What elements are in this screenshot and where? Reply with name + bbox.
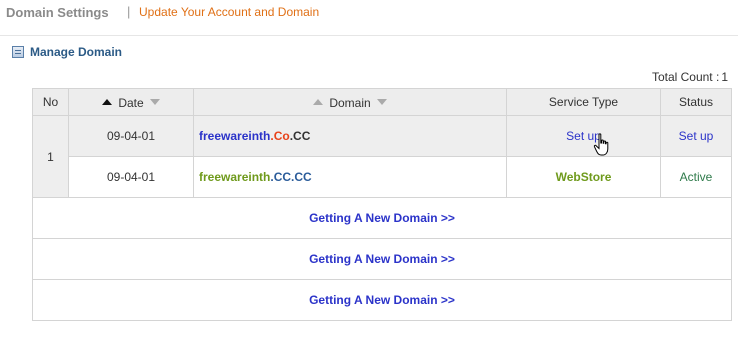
row-status[interactable]: Set up (660, 115, 732, 157)
domain-table: No Date Domain Service Type Status 1 09-… (32, 88, 732, 321)
service-webstore-link[interactable]: WebStore (556, 170, 612, 184)
row-date: 09-04-01 (68, 115, 194, 157)
header-date[interactable]: Date (68, 88, 194, 116)
row-service-type[interactable]: WebStore (506, 156, 661, 198)
new-domain-link[interactable]: Getting A New Domain >> (309, 252, 455, 266)
hand-pointer-icon (593, 133, 609, 156)
new-domain-cell: Getting A New Domain >> (32, 238, 732, 280)
domain-name-part: freewareinth (199, 129, 271, 143)
domain-tld-part: .CC (289, 129, 311, 143)
header-no: No (32, 88, 69, 116)
new-domain-cell: Getting A New Domain >> (32, 197, 732, 239)
table-row: 1 09-04-01 freewareinth.Co.CC Set up Set… (32, 115, 732, 198)
header-domain-label: Domain (329, 95, 371, 110)
domain-sld-part: .Co (270, 129, 290, 143)
arrow-up-icon[interactable] (313, 98, 324, 105)
total-count-label: Total Count : (651, 70, 720, 84)
table-row: 09-04-01 freewareinth.CC.CC WebStore Act… (33, 156, 732, 198)
row-date: 09-04-01 (68, 156, 194, 198)
row-service-type[interactable]: Set up (506, 115, 661, 157)
header-date-label: Date (118, 95, 144, 110)
table-row: Getting A New Domain >> (32, 238, 732, 280)
total-count: Total Count :1 (650, 70, 728, 84)
row-status: Active (660, 156, 732, 198)
title-separator: | (127, 4, 131, 19)
row-group-number: 1 (32, 115, 69, 198)
row-domain[interactable]: freewareinth.CC.CC (193, 156, 507, 198)
page-subtitle: Update Your Account and Domain (139, 5, 320, 19)
new-domain-link[interactable]: Getting A New Domain >> (309, 211, 455, 225)
table-header-row: No Date Domain Service Type Status (32, 88, 732, 116)
new-domain-link[interactable]: Getting A New Domain >> (309, 293, 455, 307)
domain-name-part: freewareinth (199, 170, 271, 184)
table-row: Getting A New Domain >> (32, 279, 732, 321)
total-count-value: 1 (721, 70, 728, 84)
page-title: Domain Settings (6, 5, 109, 20)
arrow-down-icon[interactable] (376, 98, 387, 105)
arrow-down-icon[interactable] (149, 98, 160, 105)
domain-tld-part: .CC (291, 170, 312, 184)
list-box-icon (12, 46, 24, 58)
section-label: Manage Domain (30, 45, 123, 59)
domain-sld-part: .CC (270, 170, 292, 184)
status-badge: Active (679, 170, 713, 184)
header-domain[interactable]: Domain (193, 88, 507, 116)
row-domain[interactable]: freewareinth.Co.CC (193, 115, 507, 157)
section-heading: Manage Domain (12, 44, 122, 60)
table-row: Getting A New Domain >> (32, 197, 732, 239)
status-setup-link[interactable]: Set up (679, 129, 714, 143)
header-status: Status (660, 88, 732, 116)
header-service-type: Service Type (506, 88, 661, 116)
new-domain-cell: Getting A New Domain >> (32, 279, 732, 321)
page-header: Domain Settings | Update Your Account an… (0, 0, 738, 36)
arrow-up-icon[interactable] (102, 98, 113, 105)
